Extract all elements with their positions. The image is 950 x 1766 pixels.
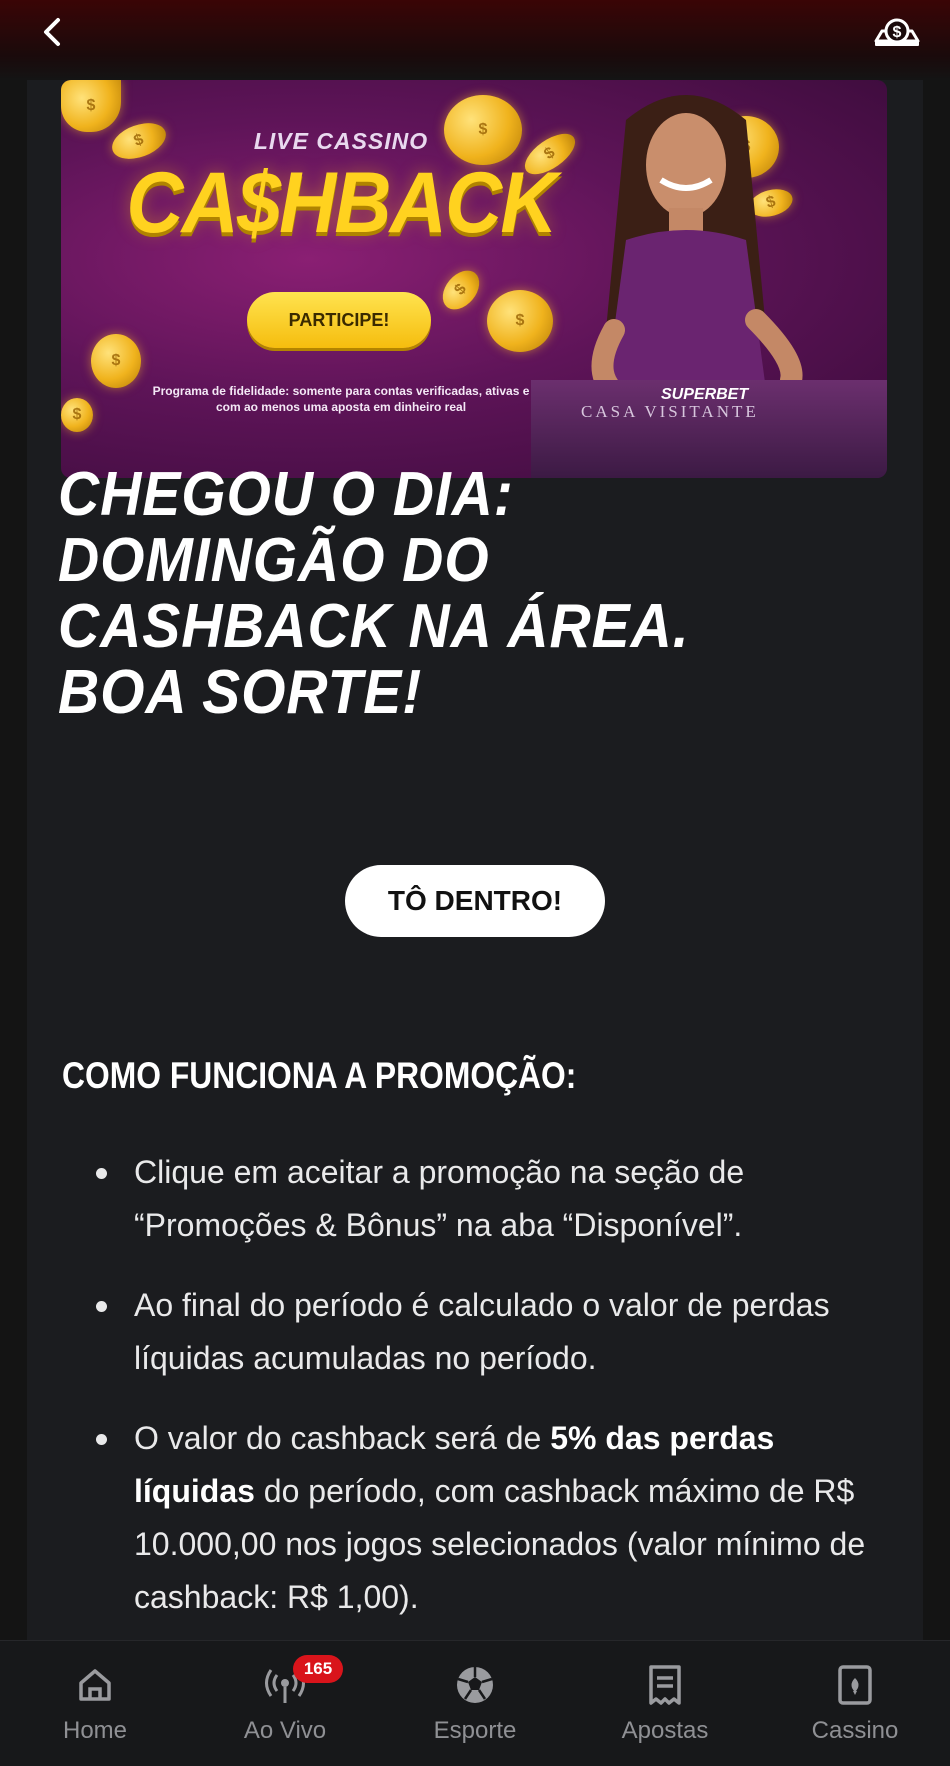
join-promo-button[interactable]: TÔ DENTRO! [345,865,605,937]
coin-decoration [435,263,487,317]
rule-text: O valor do cashback será de [134,1420,551,1456]
nav-home[interactable]: Home [0,1641,190,1766]
wallet-button[interactable]: $ [870,12,924,52]
promo-rules-list: Clique em aceitar a promoção na seção de… [92,1146,892,1651]
banner-eyebrow: LIVE CASSINO [253,128,429,154]
nav-label: Esporte [433,1717,517,1744]
coin-decoration [91,334,141,388]
coin-decoration [487,290,553,352]
soccer-ball-icon [453,1663,497,1707]
bottom-navigation: Home 165 Ao Vivo Esporte Apostas Cassino [0,1640,950,1766]
chevron-left-icon [44,18,60,46]
nav-label: Ao Vivo [243,1717,327,1744]
banner-participate-button[interactable]: PARTICIPE! [247,292,431,348]
promo-banner[interactable]: LIVE CASSINO CA$HBACK PARTICIPE! Program… [61,80,887,478]
svg-text:$: $ [893,24,902,41]
live-count-badge: 165 [293,1655,343,1683]
nav-label: Home [62,1717,128,1744]
home-icon [73,1663,117,1707]
banner-title: CA$HBACK [126,155,557,251]
table-side-labels: CASA VISITANTE [581,402,759,421]
nav-bets[interactable]: Apostas [570,1641,760,1766]
promo-headline: CHEGOU O DIA: DOMINGÃO DO CASHBACK NA ÁR… [58,460,690,727]
nav-live[interactable]: 165 Ao Vivo [190,1641,380,1766]
playing-card-icon [833,1663,877,1707]
top-bar: $ [0,0,950,80]
nav-sports[interactable]: Esporte [380,1641,570,1766]
coin-decoration [61,80,121,132]
how-it-works-title: COMO FUNCIONA A PROMOÇÃO: [62,1055,577,1096]
nav-casino[interactable]: Cassino [760,1641,950,1766]
list-item: Clique em aceitar a promoção na seção de… [92,1146,892,1252]
wallet-dollar-icon: $ [874,18,920,46]
list-item: O valor do cashback será de 5% das perda… [92,1412,892,1624]
nav-label: Cassino [811,1717,899,1744]
list-item: Ao final do período é calculado o valor … [92,1279,892,1385]
back-button[interactable] [34,14,70,50]
bet-slip-icon [643,1663,687,1707]
banner-fine-print: Programa de fidelidade: somente para con… [152,384,530,414]
coin-decoration [61,398,93,432]
nav-label: Apostas [621,1717,709,1744]
